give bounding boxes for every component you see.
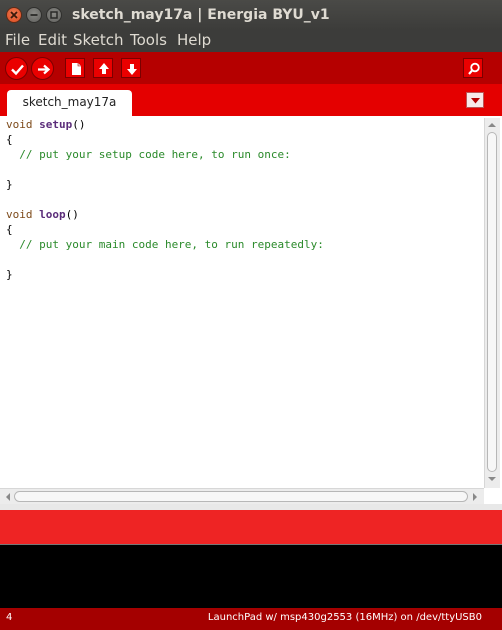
chevron-down-icon — [471, 98, 480, 104]
menu-help[interactable]: Help — [177, 30, 211, 52]
open-button[interactable] — [93, 58, 113, 78]
window-minimize-button[interactable] — [26, 7, 42, 23]
code-token: () — [72, 118, 86, 131]
console-output[interactable] — [0, 544, 502, 608]
code-line: } — [6, 267, 13, 282]
scroll-up-icon[interactable] — [487, 120, 497, 130]
code-line: void loop() — [6, 207, 79, 222]
code-token: setup — [39, 118, 73, 131]
tab-menu-button[interactable] — [466, 92, 484, 108]
code-token: loop — [39, 208, 66, 221]
code-token: void — [6, 208, 33, 221]
code-line: } — [6, 177, 13, 192]
vertical-scroll-thumb[interactable] — [487, 132, 497, 472]
code-token: () — [65, 208, 79, 221]
code-token: { — [6, 223, 13, 236]
menu-file[interactable]: File — [5, 30, 30, 52]
menu-bar: File Edit Sketch Tools Help — [0, 30, 502, 52]
code-line: { — [6, 132, 13, 147]
minimize-icon — [30, 14, 38, 16]
code-token: } — [6, 178, 13, 191]
code-line: { — [6, 222, 13, 237]
code-line: void setup() — [6, 117, 86, 132]
menu-tools[interactable]: Tools — [130, 30, 167, 52]
line-number: 4 — [6, 612, 13, 623]
board-info: LaunchPad w/ msp430g2553 (16MHz) on /dev… — [207, 612, 482, 623]
save-button[interactable] — [121, 58, 141, 78]
close-icon — [10, 11, 18, 19]
save-down-arrow-icon — [127, 64, 137, 75]
window-close-button[interactable] — [6, 7, 22, 23]
new-file-icon — [72, 63, 81, 75]
window-title: sketch_may17a | Energia BYU_v1 — [72, 7, 330, 23]
toolbar — [0, 52, 502, 84]
code-token: { — [6, 133, 13, 146]
serial-monitor-button[interactable] — [463, 58, 483, 78]
tab-bar: sketch_may17a — [0, 84, 502, 116]
verify-button[interactable] — [5, 57, 28, 80]
new-button[interactable] — [65, 58, 85, 78]
scroll-left-icon[interactable] — [3, 492, 13, 502]
horizontal-scrollbar[interactable] — [0, 488, 484, 504]
horizontal-scroll-thumb[interactable] — [14, 491, 468, 502]
code-line: // put your main code here, to run repea… — [6, 237, 324, 252]
title-bar: sketch_may17a | Energia BYU_v1 — [0, 0, 502, 30]
code-token: } — [6, 268, 13, 281]
check-icon — [11, 64, 24, 76]
window-maximize-button[interactable] — [46, 7, 62, 23]
arrow-right-icon — [38, 64, 51, 75]
code-token: // put your setup code here, to run once… — [6, 148, 291, 161]
code-line: // put your setup code here, to run once… — [6, 147, 291, 162]
maximize-icon — [50, 11, 58, 19]
upload-button[interactable] — [31, 57, 54, 80]
magnifier-icon — [468, 62, 480, 75]
code-token: // put your main code here, to run repea… — [6, 238, 324, 251]
open-up-arrow-icon — [99, 63, 109, 74]
scroll-right-icon[interactable] — [470, 492, 480, 502]
code-editor[interactable]: void setup(){ // put your setup code her… — [0, 116, 502, 504]
code-token: void — [6, 118, 33, 131]
scroll-down-icon[interactable] — [487, 474, 497, 484]
menu-edit[interactable]: Edit — [38, 30, 67, 52]
status-bar: 4 LaunchPad w/ msp430g2553 (16MHz) on /d… — [0, 608, 502, 630]
menu-sketch[interactable]: Sketch — [73, 30, 124, 52]
tab-sketch[interactable]: sketch_may17a — [7, 90, 132, 116]
message-area — [0, 510, 502, 544]
vertical-scrollbar[interactable] — [484, 118, 500, 488]
